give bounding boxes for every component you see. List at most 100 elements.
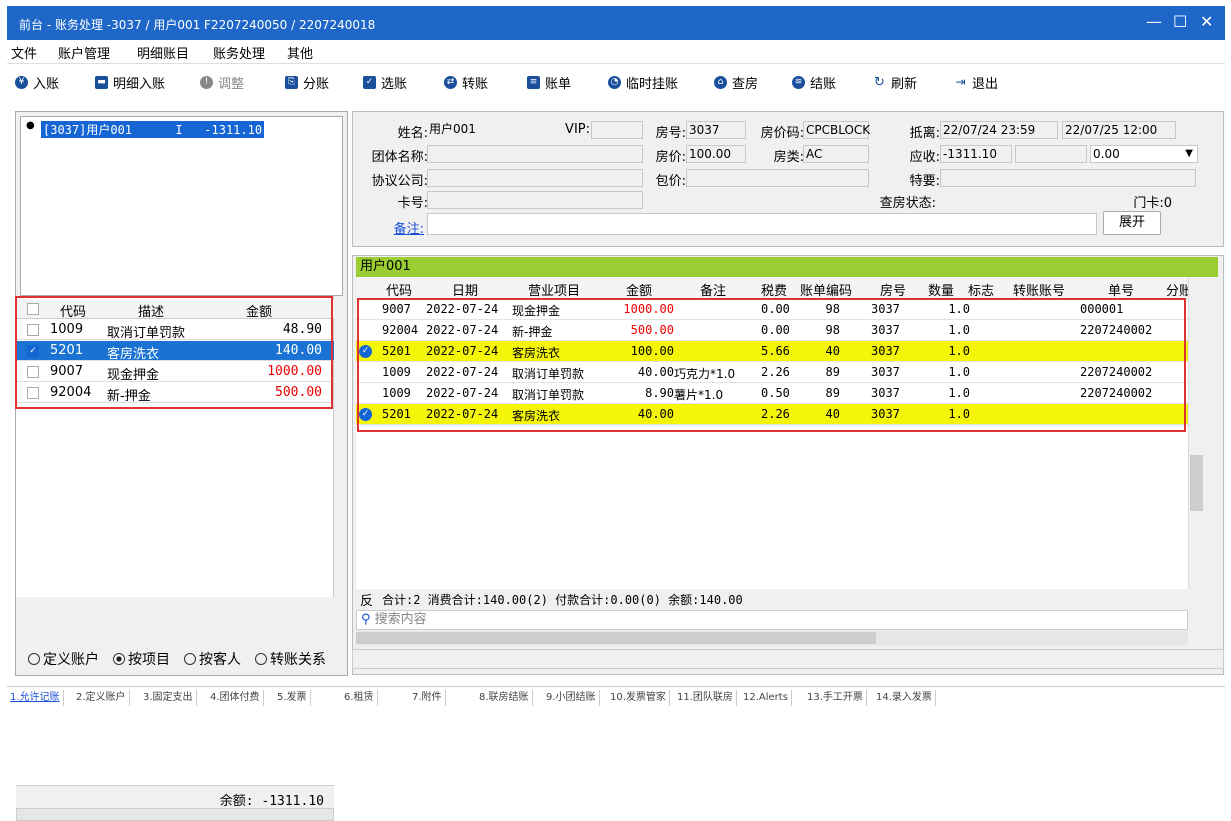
deposit-select[interactable]: 0.00 ▼ <box>1090 145 1198 163</box>
tab-13[interactable]: 13.手工开票 <box>804 690 867 706</box>
grid-vscrollbar[interactable] <box>1188 277 1205 589</box>
room-type-field: AC <box>803 145 869 163</box>
receivable-field: -1311.10 <box>940 145 1012 163</box>
receivable2-field <box>1015 145 1087 163</box>
split-button[interactable]: ⎘ 分账 <box>285 73 329 92</box>
expand-button[interactable]: 展开 <box>1103 211 1161 235</box>
receivable-label: 应收: <box>909 150 940 165</box>
arrive-field: 22/07/24 23:59 <box>940 121 1058 139</box>
special-label: 特要: <box>909 174 940 189</box>
adjust-icon: ! <box>200 76 213 89</box>
title-bar: 前台 - 账务处理 -3037 / 用户001 F2207240050 / 22… <box>7 6 1225 40</box>
company-field <box>427 169 643 187</box>
package-field <box>686 169 869 187</box>
grid-vscroll-thumb[interactable] <box>1190 455 1203 511</box>
bullet-icon: ● <box>26 120 35 131</box>
yen-icon: ¥ <box>15 76 28 89</box>
menu-bar: 文件 账户管理 明细账目 账务处理 其他 <box>7 40 1225 64</box>
tab-2[interactable]: 2.定义账户 <box>73 690 130 706</box>
tab-5[interactable]: 5.发票 <box>274 690 311 706</box>
toolbar: ¥ 入账 ▬ 明细入账 ! 调整 ⎘ 分账 ✓ 选账 ⇄ 转账 ≡ 账单 ◔ 临时挂账 ⌂ 查房 … <box>7 66 1225 100</box>
rate-field: 100.00 <box>686 145 746 163</box>
tab-6[interactable]: 6.租赁 <box>341 690 378 706</box>
tab-1[interactable]: 1.允许记账 <box>7 690 64 706</box>
highlight-box-grid <box>357 298 1186 432</box>
house-icon: ⌂ <box>714 76 727 89</box>
refresh-button[interactable]: ↻ 刷新 <box>873 73 917 92</box>
temp-hold-button[interactable]: ◔ 临时挂账 <box>608 73 678 92</box>
grid-hscroll-thumb[interactable] <box>356 632 876 644</box>
account-item[interactable]: [3037]用户001 I -1311.10 <box>41 121 265 138</box>
bill-icon: ≡ <box>527 76 540 89</box>
detail-post-button[interactable]: ▬ 明细入账 <box>95 73 165 92</box>
menu-file[interactable]: 文件 <box>11 43 37 62</box>
col-tax: 税费 <box>761 284 788 299</box>
door-card-label: 门卡:0 <box>1133 196 1172 211</box>
col-split: 分账 <box>1166 284 1188 299</box>
tab-8[interactable]: 8.联房结账 <box>476 690 533 706</box>
search-icon: ⚲ <box>361 612 371 627</box>
tab-9[interactable]: 9.小团结账 <box>543 690 600 706</box>
balance-text: 余额: -1311.10 <box>219 794 324 809</box>
card-field <box>427 191 643 209</box>
group-label: 团体名称: <box>371 150 428 165</box>
stack-icon: ≋ <box>792 76 805 89</box>
chevron-down-icon: ▼ <box>1185 148 1193 159</box>
tab-10[interactable]: 10.发票管家 <box>607 690 670 706</box>
tab-14[interactable]: 14.录入发票 <box>873 690 936 706</box>
select-button[interactable]: ✓ 选账 <box>363 73 407 92</box>
col-flag: 标志 <box>968 284 995 299</box>
group-field <box>427 145 643 163</box>
check-room-status-label: 查房状态: <box>879 196 936 211</box>
arrive-depart-label: 抵离: <box>909 126 940 141</box>
left-hscrollbar[interactable] <box>16 808 334 821</box>
exit-button[interactable]: ⇥ 退出 <box>954 73 998 92</box>
tab-7[interactable]: 7.附件 <box>409 690 446 706</box>
col-bill-code: 账单编码 <box>800 284 853 299</box>
room-no-label: 房号: <box>655 126 686 141</box>
tab-12[interactable]: 12.Alerts <box>740 690 792 706</box>
col-amount: 金额 <box>626 284 653 299</box>
menu-account-mgmt[interactable]: 账户管理 <box>58 43 110 62</box>
post-button[interactable]: ¥ 入账 <box>15 73 59 92</box>
tab-3[interactable]: 3.固定支出 <box>140 690 197 706</box>
check-room-button[interactable]: ⌂ 查房 <box>714 73 758 92</box>
radio-by-guest[interactable]: 按客人 <box>184 652 241 668</box>
remark-link[interactable]: 备注: <box>352 218 424 237</box>
adjust-button[interactable]: ! 调整 <box>200 73 244 92</box>
split-icon: ⎘ <box>285 76 298 89</box>
menu-detail[interactable]: 明细账目 <box>137 43 189 62</box>
vip-field <box>591 121 643 139</box>
radio-transfer-relation[interactable]: 转账关系 <box>255 652 326 668</box>
summary-text: 合计:2 消费合计:140.00(2) 付款合计:0.00(0) 余额:140.… <box>382 593 743 607</box>
account-list[interactable]: ● [3037]用户001 I -1311.10 <box>20 116 343 296</box>
guest-bar: 用户001 <box>356 257 1218 277</box>
transfer-icon: ⇄ <box>444 76 457 89</box>
minimize-icon[interactable]: — <box>1146 12 1162 31</box>
card-label: 卡号: <box>397 196 428 211</box>
col-note: 备注 <box>700 284 727 299</box>
tab-11[interactable]: 11.团队联房 <box>674 690 737 706</box>
highlight-box-left <box>15 296 333 409</box>
room-type-label: 房类: <box>773 150 804 165</box>
close-icon[interactable]: ✕ <box>1200 12 1213 31</box>
radio-define-account[interactable]: 定义账户 <box>28 652 99 668</box>
menu-billing[interactable]: 账务处理 <box>213 43 265 62</box>
remark-input[interactable] <box>427 213 1097 235</box>
col-no: 单号 <box>1108 284 1135 299</box>
maximize-icon[interactable]: ☐ <box>1173 12 1187 31</box>
menu-other[interactable]: 其他 <box>287 43 313 62</box>
balance-row: 余额: -1311.10 <box>16 785 334 809</box>
radio-by-item[interactable]: 按项目 <box>113 652 170 668</box>
status-strip <box>352 649 1224 669</box>
col-qty: 数量 <box>928 284 955 299</box>
tab-4[interactable]: 4.团体付费 <box>207 690 264 706</box>
search-input[interactable]: ⚲ 搜索内容 <box>356 610 1188 630</box>
checkout-button[interactable]: ≋ 结账 <box>792 73 836 92</box>
reverse-label[interactable]: 反 <box>360 590 373 609</box>
package-label: 包价: <box>655 174 686 189</box>
special-field <box>940 169 1196 187</box>
rate-code-field: CPCBLOCK <box>803 121 870 139</box>
transfer-button[interactable]: ⇄ 转账 <box>444 73 488 92</box>
bill-button[interactable]: ≡ 账单 <box>527 73 571 92</box>
